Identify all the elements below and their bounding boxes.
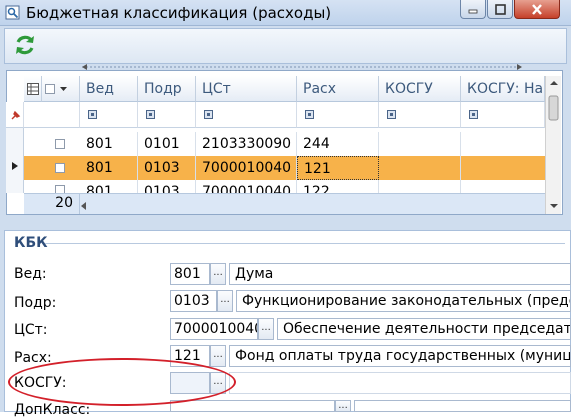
filter-cell-check[interactable] (24, 102, 80, 128)
table-row[interactable]: 801 0103 7000010040 122 (24, 180, 545, 193)
minimize-icon (468, 9, 478, 14)
filter-cell-kosgu-name[interactable] (461, 102, 545, 128)
filter-icon (88, 110, 97, 119)
scroll-up-icon (550, 81, 558, 85)
cst-lookup-button[interactable]: ... (258, 318, 274, 340)
filter-row-indicator (6, 102, 24, 128)
ved-code-field[interactable]: 801 (170, 263, 210, 285)
filter-icon (469, 110, 478, 119)
cell-ved[interactable]: 801 (80, 156, 138, 180)
cell-cst[interactable]: 7000010040 (196, 156, 297, 180)
toolbar (4, 28, 567, 64)
window-title: Бюджетная классификация (расходы) (26, 4, 332, 22)
column-header-cst[interactable]: ЦСт (196, 76, 297, 102)
maximize-icon (494, 3, 506, 15)
cell-podr[interactable]: 0103 (138, 180, 196, 193)
rash-lookup-button[interactable]: ... (210, 345, 226, 367)
filter-cell-rash[interactable] (297, 102, 379, 128)
filter-icon (204, 110, 213, 119)
field-label-dopklass: ДопКласс: (14, 402, 91, 418)
ved-description-field[interactable]: Дума (229, 263, 571, 285)
row-header-column (6, 128, 24, 193)
refresh-icon (16, 35, 34, 55)
scroll-down-icon (550, 204, 558, 208)
filter-cell-kosgu[interactable] (379, 102, 461, 128)
scroll-thumb[interactable] (548, 95, 559, 121)
column-chooser-button[interactable] (24, 76, 42, 102)
row-checkbox[interactable] (55, 139, 65, 149)
cell-cst[interactable]: 7000010040 (196, 180, 297, 193)
filter-icon (387, 110, 396, 119)
cell-kosgu-name[interactable] (461, 180, 545, 193)
filter-icon (146, 110, 155, 119)
close-button[interactable] (514, 0, 560, 19)
select-all-checkbox[interactable] (42, 76, 80, 102)
filter-icon (305, 110, 314, 119)
column-header-kosgu[interactable]: КОСГУ (379, 76, 461, 102)
row-checkbox[interactable] (55, 185, 65, 193)
podr-code-field[interactable]: 0103 (170, 290, 217, 312)
minimize-button[interactable] (460, 0, 486, 19)
rash-description-field[interactable]: Фонд оплаты труда государственных (муниц… (229, 345, 571, 367)
table-row-selected[interactable]: 801 0103 7000010040 121 (24, 156, 545, 180)
cell-podr[interactable]: 0103 (138, 156, 196, 180)
cell-cst[interactable]: 2103330090 (196, 132, 297, 156)
section-divider (45, 243, 565, 244)
podr-lookup-button[interactable]: ... (217, 290, 233, 312)
kosgu-description-field[interactable] (229, 372, 571, 394)
column-chooser-icon (27, 83, 39, 95)
dopklass-code-field[interactable] (170, 400, 335, 412)
cst-description-field[interactable]: Обеспечение деятельности председателя Бр (277, 318, 571, 340)
cell-kosgu[interactable] (379, 180, 461, 193)
horizontal-scroll-indicator (82, 64, 522, 70)
podr-description-field[interactable]: Функционирование законодательных (предст… (236, 290, 571, 312)
pin-icon (11, 110, 21, 120)
field-label-podr: Подр: (14, 295, 57, 311)
current-row-arrow-icon (12, 162, 18, 170)
cell-kosgu-name[interactable] (461, 132, 545, 156)
row-checkbox[interactable] (55, 163, 65, 173)
filter-cell-podr[interactable] (138, 102, 196, 128)
dopklass-description-field[interactable] (354, 400, 571, 412)
field-label-cst: ЦСт: (14, 322, 48, 338)
app-icon (5, 5, 20, 20)
cell-kosgu-name[interactable] (461, 156, 545, 180)
section-title: КБК (14, 235, 48, 251)
field-label-ved: Вед: (14, 266, 47, 282)
column-header-kosgu-name[interactable]: КОСГУ: Наим (461, 76, 545, 102)
filter-cell-ved[interactable] (80, 102, 138, 128)
filter-cell-cst[interactable] (196, 102, 297, 128)
maximize-button[interactable] (487, 0, 513, 19)
scroll-left-icon (81, 202, 86, 210)
highlight-oval (8, 358, 236, 406)
cell-kosgu[interactable] (379, 156, 461, 180)
table-row[interactable]: 801 0101 2103330090 244 (24, 132, 545, 156)
dropdown-arrow-icon (60, 87, 67, 91)
record-count: 20 (24, 193, 80, 214)
dopklass-lookup-button[interactable]: ... (335, 400, 351, 412)
cell-rash[interactable]: 244 (297, 132, 379, 156)
refresh-button[interactable] (8, 30, 42, 60)
cell-ved[interactable]: 801 (80, 180, 138, 193)
horizontal-scrollbar[interactable] (80, 199, 140, 210)
vertical-scrollbar[interactable] (545, 76, 561, 214)
cell-kosgu[interactable] (379, 132, 461, 156)
ved-lookup-button[interactable]: ... (210, 263, 226, 285)
cell-rash-focused[interactable]: 121 (297, 156, 379, 180)
column-header-podr[interactable]: Подр (138, 76, 196, 102)
column-header-rash[interactable]: Расх (297, 76, 379, 102)
cell-podr[interactable]: 0101 (138, 132, 196, 156)
cst-code-field[interactable]: 7000010040 (170, 318, 258, 340)
cell-ved[interactable]: 801 (80, 132, 138, 156)
column-header-ved[interactable]: Вед (80, 76, 138, 102)
cell-rash[interactable]: 122 (297, 180, 379, 193)
close-icon (532, 3, 542, 15)
